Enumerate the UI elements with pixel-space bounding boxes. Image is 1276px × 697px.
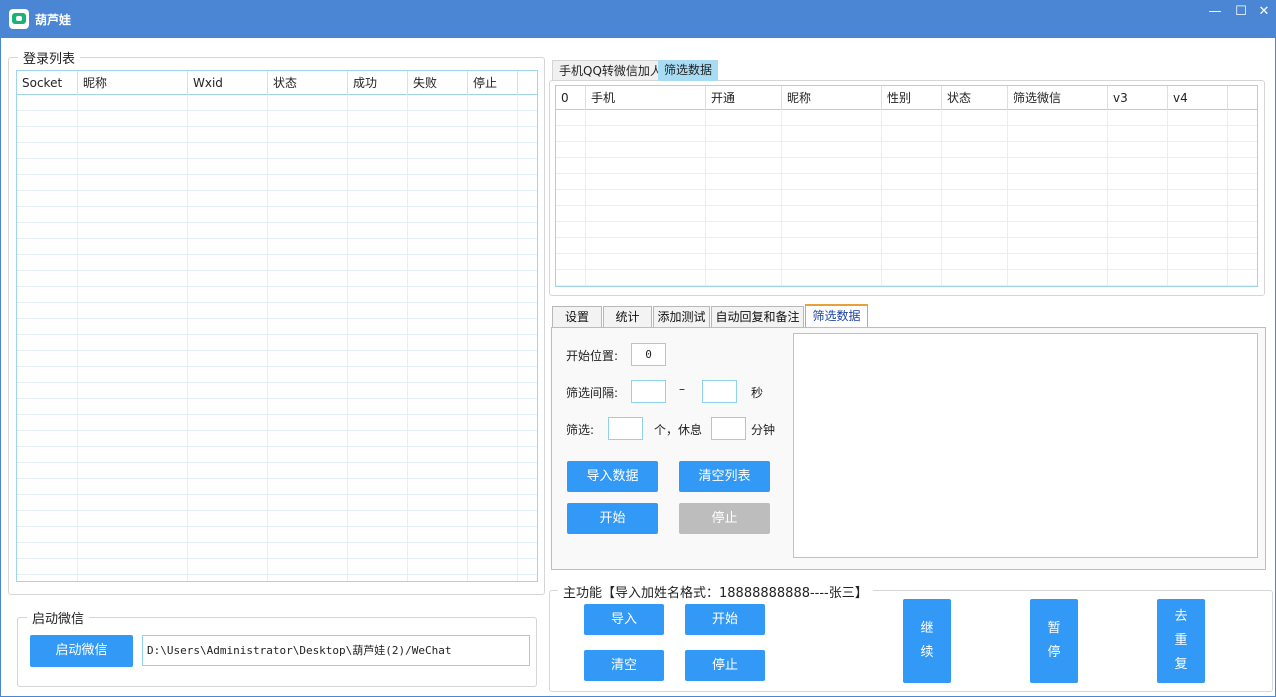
data-table-header: 0 手机 开通 昵称 性别 状态 筛选微信 v3 v4 — [556, 86, 1257, 110]
col-fail[interactable]: 失败 — [408, 71, 468, 95]
col-activated[interactable]: 开通 — [706, 86, 782, 110]
col-wxid[interactable]: Wxid — [188, 71, 268, 95]
filter-start-button[interactable]: 开始 — [567, 503, 658, 534]
tab-filter-data[interactable]: 筛选数据 — [805, 304, 868, 327]
col-status[interactable]: 状态 — [268, 71, 348, 95]
minimize-button[interactable]: — — [1202, 0, 1228, 24]
continue-button[interactable]: 继 续 — [903, 599, 951, 683]
tab-filter-data-top[interactable]: 筛选数据 — [658, 60, 719, 81]
tab-add-test[interactable]: 添加测试 — [653, 306, 710, 328]
batch-label: 筛选: — [566, 423, 595, 437]
filter-log-textarea[interactable] — [793, 333, 1258, 558]
start-position-input[interactable]: 0 — [631, 343, 666, 366]
data-table[interactable]: 0 手机 开通 昵称 性别 状态 筛选微信 v3 v4 — [555, 85, 1258, 287]
interval-min-input[interactable] — [631, 380, 666, 403]
col-gender[interactable]: 性别 — [882, 86, 942, 110]
login-table[interactable]: Socket 昵称 Wxid 状态 成功 失败 停止 — [16, 70, 538, 582]
batch-count-input[interactable] — [608, 417, 643, 440]
interval-dash: – — [679, 382, 685, 396]
start-wechat-title: 启动微信 — [27, 608, 90, 627]
col-v4[interactable]: v4 — [1168, 86, 1228, 110]
main-stop-button[interactable]: 停止 — [685, 650, 765, 681]
col-v3[interactable]: v3 — [1108, 86, 1168, 110]
pause-button[interactable]: 暂 停 — [1030, 599, 1078, 683]
col-filter-wechat[interactable]: 筛选微信 — [1008, 86, 1108, 110]
tab-qq-to-wechat[interactable]: 手机QQ转微信加人 — [552, 60, 669, 81]
col-phone[interactable]: 手机 — [586, 86, 706, 110]
app-icon — [9, 9, 29, 29]
interval-label: 筛选间隔: — [566, 386, 619, 400]
login-table-body — [17, 95, 537, 581]
start-position-label: 开始位置: — [566, 349, 619, 363]
import-data-button[interactable]: 导入数据 — [567, 461, 658, 492]
col-index[interactable]: 0 — [556, 86, 586, 110]
interval-max-input[interactable] — [702, 380, 737, 403]
tab-settings[interactable]: 设置 — [552, 306, 602, 328]
tab-auto-reply[interactable]: 自动回复和备注 — [711, 306, 804, 328]
tab-stats[interactable]: 统计 — [603, 306, 652, 328]
main-function-title: 主功能【导入加姓名格式：18888888888----张三】 — [558, 582, 873, 601]
main-clear-button[interactable]: 清空 — [584, 650, 664, 681]
login-list-title: 登录列表 — [18, 48, 81, 67]
batch-unit: 个，休息 — [654, 423, 703, 437]
col-socket[interactable]: Socket — [17, 71, 78, 95]
clear-list-button[interactable]: 清空列表 — [679, 461, 770, 492]
col-success[interactable]: 成功 — [348, 71, 408, 95]
rest-unit: 分钟 — [751, 423, 776, 437]
rest-minutes-input[interactable] — [711, 417, 746, 440]
main-start-button[interactable]: 开始 — [685, 604, 765, 635]
title-bar: 葫芦娃 — ☐ ✕ — [0, 0, 1276, 38]
close-button[interactable]: ✕ — [1251, 0, 1276, 24]
start-wechat-button[interactable]: 启动微信 — [30, 635, 133, 667]
col-stop[interactable]: 停止 — [468, 71, 518, 95]
col-nickname[interactable]: 昵称 — [78, 71, 188, 95]
col-nick[interactable]: 昵称 — [782, 86, 882, 110]
main-import-button[interactable]: 导入 — [584, 604, 664, 635]
col-state[interactable]: 状态 — [942, 86, 1008, 110]
filter-stop-button[interactable]: 停止 — [679, 503, 770, 534]
data-table-body — [556, 110, 1257, 286]
dedupe-button[interactable]: 去 重 复 — [1157, 599, 1205, 683]
window-title: 葫芦娃 — [35, 13, 72, 27]
wechat-path-field[interactable]: D:\Users\Administrator\Desktop\葫芦娃(2)/We… — [142, 635, 530, 666]
login-table-header: Socket 昵称 Wxid 状态 成功 失败 停止 — [17, 71, 537, 95]
interval-unit: 秒 — [751, 386, 764, 400]
